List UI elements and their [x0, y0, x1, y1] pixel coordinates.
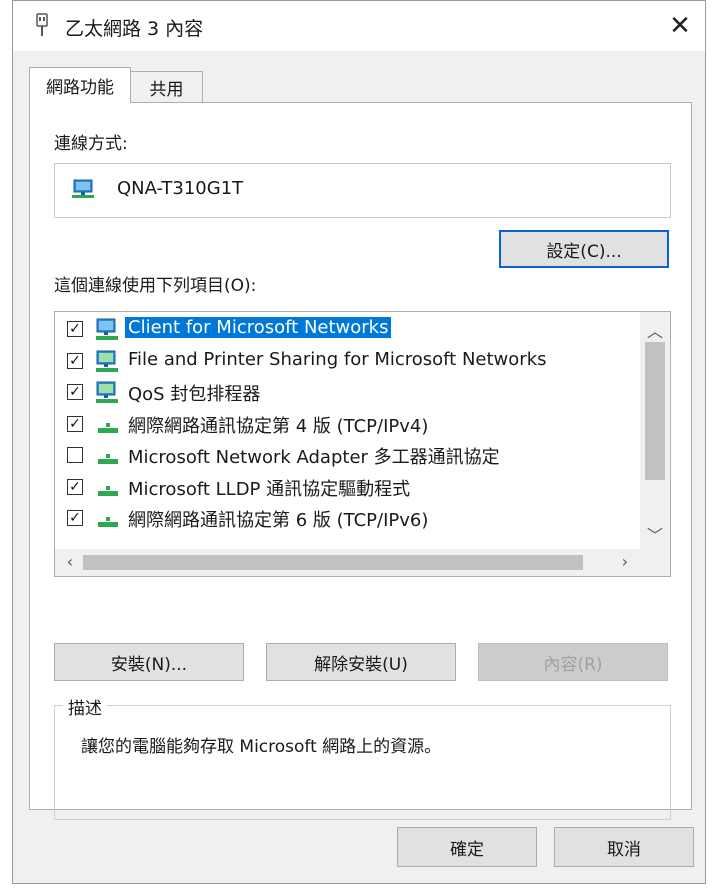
adapter-box: QNA-T310G1T [54, 163, 671, 218]
list-item[interactable]: ✓ 網際網路通訊協定第 4 版 (TCP/IPv4) [55, 409, 640, 440]
list-item-label: Client for Microsoft Networks [125, 317, 392, 338]
description-group: 描述 讓您的電腦能夠存取 Microsoft 網路上的資源。 [54, 694, 671, 820]
uninstall-button[interactable]: 解除安裝(U) [266, 643, 456, 681]
cancel-button[interactable]: 取消 [554, 827, 694, 867]
network-service-icon [95, 350, 121, 374]
list-item[interactable]: ✓ QoS 封包排程器 [55, 377, 640, 408]
horizontal-scroll-thumb[interactable] [83, 555, 583, 570]
list-item-label: 網際網路通訊協定第 4 版 (TCP/IPv4) [128, 415, 429, 437]
vertical-scrollbar[interactable]: ︿ ﹀ [640, 312, 670, 549]
protocol-icon [95, 476, 121, 500]
title-bar: 乙太網路 3 內容 ✕ [13, 1, 705, 51]
close-icon: ✕ [669, 11, 691, 41]
checkbox-checked[interactable]: ✓ [67, 478, 83, 495]
horizontal-scrollbar[interactable]: ‹ › [55, 549, 670, 576]
list-item-label: QoS 封包排程器 [128, 384, 261, 405]
scroll-up-icon[interactable]: ︿ [640, 318, 670, 342]
network-client-icon [95, 318, 121, 342]
scroll-left-icon[interactable]: ‹ [55, 552, 85, 571]
scroll-right-icon[interactable]: › [610, 552, 640, 571]
list-item[interactable]: ✓ File and Printer Sharing for Microsoft … [55, 346, 640, 377]
tab-sharing[interactable]: 共用 [131, 71, 203, 103]
checkbox-unchecked[interactable] [67, 447, 83, 463]
network-service-icon [95, 381, 121, 405]
vertical-scroll-thumb[interactable] [645, 342, 665, 480]
checkbox-checked[interactable]: ✓ [67, 415, 83, 432]
network-adapter-icon [72, 179, 94, 198]
description-legend: 描述 [63, 694, 107, 719]
properties-button[interactable]: 內容(R) [478, 643, 668, 681]
list-item-label: 網際網路通訊協定第 6 版 (TCP/IPv6) [128, 510, 429, 531]
install-button[interactable]: 安裝(N)... [54, 643, 244, 681]
adapter-name: QNA-T310G1T [117, 178, 244, 199]
description-text: 讓您的電腦能夠存取 Microsoft 網路上的資源。 [81, 737, 442, 757]
list-item[interactable]: ✓ Microsoft LLDP 通訊協定驅動程式 [55, 472, 640, 503]
components-list: ✓ Client for Microsoft Networks ✓ File and … [54, 311, 671, 577]
configure-button[interactable]: 設定(C)... [499, 230, 669, 268]
ethernet-icon [36, 13, 48, 36]
list-item[interactable]: ✓ 網際網路通訊協定第 6 版 (TCP/IPv6) [55, 503, 640, 534]
list-item[interactable]: Microsoft Network Adapter 多工器通訊協定 [55, 440, 640, 471]
protocol-icon [95, 444, 121, 468]
items-label: 這個連線使用下列項目(O): [54, 276, 257, 296]
checkbox-checked[interactable]: ✓ [67, 510, 83, 526]
list-item-label: File and Printer Sharing for Microsoft N… [128, 348, 547, 370]
close-button[interactable]: ✕ [665, 11, 695, 41]
list-item-label: Microsoft LLDP 通訊協定驅動程式 [128, 478, 411, 500]
properties-dialog: 乙太網路 3 內容 ✕ 網路功能 共用 連線方式: QNA-T310G1T 設定… [12, 0, 706, 884]
list-item[interactable]: ✓ Client for Microsoft Networks [55, 314, 640, 345]
list-item-label: Microsoft Network Adapter 多工器通訊協定 [128, 447, 500, 468]
checkbox-checked[interactable]: ✓ [67, 352, 83, 369]
scroll-down-icon[interactable]: ﹀ [640, 522, 670, 546]
dialog-body: 網路功能 共用 連線方式: QNA-T310G1T 設定(C)... 這個連線使… [13, 51, 705, 883]
connect-using-label: 連線方式: [54, 134, 128, 154]
checkbox-checked[interactable]: ✓ [67, 321, 83, 337]
networking-panel: 連線方式: QNA-T310G1T 設定(C)... 這個連線使用下列項目(O)… [29, 102, 692, 820]
protocol-icon [95, 413, 121, 437]
checkbox-checked[interactable]: ✓ [67, 384, 83, 400]
ok-button[interactable]: 確定 [397, 827, 537, 867]
protocol-icon [95, 507, 121, 531]
window-title: 乙太網路 3 內容 [65, 18, 204, 40]
tab-networking[interactable]: 網路功能 [29, 67, 131, 103]
